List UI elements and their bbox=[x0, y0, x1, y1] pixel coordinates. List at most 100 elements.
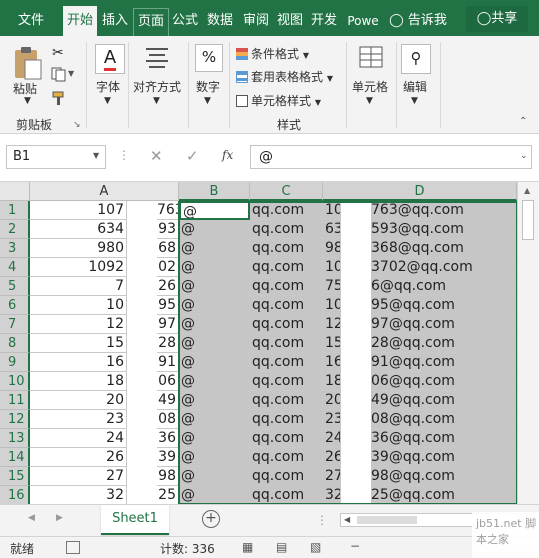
number-format-button[interactable]: % bbox=[195, 44, 223, 72]
scroll-up-icon[interactable]: ▲ bbox=[524, 186, 530, 195]
cell-a[interactable]: 634 bbox=[30, 220, 127, 239]
cell-a[interactable]: 26 bbox=[30, 448, 127, 467]
cell-c[interactable]: qq.com bbox=[250, 239, 323, 258]
column-header-c[interactable]: C bbox=[250, 182, 323, 201]
tab-formulas[interactable]: 公式 bbox=[169, 8, 201, 36]
prev-sheet-icon[interactable]: ◀ bbox=[28, 513, 35, 523]
cell-b[interactable]: @ bbox=[179, 315, 250, 334]
editing-dropdown-icon[interactable]: ▼ bbox=[411, 96, 418, 106]
cell-d-suffix[interactable]: 3702@qq.com bbox=[371, 258, 517, 277]
cell-d[interactable]: 24 bbox=[323, 429, 341, 448]
cell-a-suffix[interactable]: 06 bbox=[157, 372, 179, 391]
font-button[interactable]: A bbox=[95, 44, 125, 74]
editing-button[interactable]: ⚲ bbox=[401, 44, 431, 74]
tab-data[interactable]: 数据 bbox=[203, 8, 237, 36]
cells-button[interactable] bbox=[357, 44, 385, 70]
cell-a[interactable]: 24 bbox=[30, 429, 127, 448]
cell-d[interactable]: 18 bbox=[323, 372, 341, 391]
vertical-scrollbar[interactable]: ▲ bbox=[517, 182, 539, 504]
name-box-dropdown-icon[interactable]: ▼ bbox=[93, 151, 99, 160]
cell-d[interactable]: 16 bbox=[323, 353, 341, 372]
cell-d[interactable]: 15 bbox=[323, 334, 341, 353]
normal-view-icon[interactable]: ▦ bbox=[242, 540, 253, 554]
insert-function-button[interactable]: fx bbox=[222, 148, 233, 162]
tab-home[interactable]: 开始 bbox=[63, 6, 97, 36]
cell-c[interactable]: qq.com bbox=[250, 220, 323, 239]
tab-view[interactable]: 视图 bbox=[275, 8, 305, 36]
cell-b[interactable]: @ bbox=[179, 201, 250, 220]
paste-button[interactable] bbox=[10, 46, 44, 82]
cell-a-suffix[interactable]: 28 bbox=[157, 334, 179, 353]
cell-a-suffix[interactable]: 26 bbox=[157, 277, 179, 296]
row-header[interactable]: 14 bbox=[0, 448, 30, 467]
cell-a[interactable]: 23 bbox=[30, 410, 127, 429]
cell-d[interactable]: 32 bbox=[323, 486, 341, 504]
row-header[interactable]: 8 bbox=[0, 334, 30, 353]
cell-a-suffix[interactable]: 95 bbox=[157, 296, 179, 315]
cell-c[interactable]: qq.com bbox=[250, 486, 323, 504]
cell-b[interactable]: @ bbox=[179, 429, 250, 448]
alignment-label[interactable]: 对齐方式 bbox=[133, 78, 181, 95]
sheet-tab-sheet1[interactable]: Sheet1 bbox=[101, 505, 169, 535]
column-header-d[interactable]: D bbox=[323, 182, 517, 201]
cell-a[interactable]: 20 bbox=[30, 391, 127, 410]
column-header-b[interactable]: B bbox=[179, 182, 250, 201]
cell-a-suffix[interactable]: 02 bbox=[157, 258, 179, 277]
cells-dropdown-icon[interactable]: ▼ bbox=[366, 96, 373, 106]
cell-d-suffix[interactable]: 36@qq.com bbox=[371, 429, 517, 448]
select-all-corner[interactable] bbox=[0, 182, 30, 201]
cell-d[interactable]: 26 bbox=[323, 448, 341, 467]
row-header[interactable]: 4 bbox=[0, 258, 30, 277]
paste-label[interactable]: 粘贴 bbox=[13, 80, 37, 97]
collapse-ribbon-icon[interactable]: ⌃ bbox=[519, 116, 527, 127]
cell-a-suffix[interactable]: 97 bbox=[157, 315, 179, 334]
cell-a[interactable]: 980 bbox=[30, 239, 127, 258]
row-header[interactable]: 15 bbox=[0, 467, 30, 486]
cell-b[interactable]: @ bbox=[179, 372, 250, 391]
next-sheet-icon[interactable]: ▶ bbox=[56, 513, 63, 523]
alignment-button[interactable] bbox=[144, 45, 170, 71]
page-break-view-icon[interactable]: ▧ bbox=[310, 540, 321, 554]
page-layout-view-icon[interactable]: ▤ bbox=[276, 540, 287, 554]
cell-c[interactable]: qq.com bbox=[250, 315, 323, 334]
cells-label[interactable]: 单元格 bbox=[352, 78, 388, 95]
row-header[interactable]: 12 bbox=[0, 410, 30, 429]
format-painter-icon[interactable] bbox=[50, 90, 68, 109]
column-header-a[interactable]: A bbox=[30, 182, 179, 201]
cell-d-suffix[interactable]: 08@qq.com bbox=[371, 410, 517, 429]
font-label[interactable]: 字体 bbox=[96, 78, 120, 95]
cell-b[interactable]: @ bbox=[179, 296, 250, 315]
editing-label[interactable]: 编辑 bbox=[403, 78, 427, 95]
h-scrollbar-thumb[interactable] bbox=[357, 516, 417, 524]
cell-d-suffix[interactable]: 25@qq.com bbox=[371, 486, 517, 504]
cell-a-suffix[interactable]: 93 bbox=[157, 220, 179, 239]
cell-b[interactable]: @ bbox=[179, 391, 250, 410]
paste-dropdown-icon[interactable]: ▼ bbox=[24, 96, 31, 106]
row-header[interactable]: 16 bbox=[0, 486, 30, 504]
tell-me-search[interactable]: ◯ 告诉我 bbox=[386, 8, 450, 36]
cell-a[interactable]: 10 bbox=[30, 296, 127, 315]
scrollbar-thumb[interactable] bbox=[522, 200, 534, 240]
row-header[interactable]: 1 bbox=[0, 201, 30, 220]
cancel-icon[interactable]: ✕ bbox=[150, 147, 163, 165]
row-header[interactable]: 6 bbox=[0, 296, 30, 315]
cell-b[interactable]: @ bbox=[179, 277, 250, 296]
cell-a-suffix[interactable]: 49 bbox=[157, 391, 179, 410]
cell-c[interactable]: qq.com bbox=[250, 258, 323, 277]
cell-d-suffix[interactable]: 49@qq.com bbox=[371, 391, 517, 410]
cell-b[interactable]: @ bbox=[179, 353, 250, 372]
cell-a[interactable]: 7 bbox=[30, 277, 127, 296]
cell-b[interactable]: @ bbox=[179, 239, 250, 258]
cell-a-suffix[interactable]: 36 bbox=[157, 429, 179, 448]
cell-d-suffix[interactable]: 98@qq.com bbox=[371, 467, 517, 486]
share-button[interactable]: ◯共享 bbox=[466, 6, 528, 32]
cell-c[interactable]: qq.com bbox=[250, 201, 323, 220]
cell-d-suffix[interactable]: 97@qq.com bbox=[371, 315, 517, 334]
cell-d[interactable]: 10 bbox=[323, 258, 341, 277]
cell-d-suffix[interactable]: 368@qq.com bbox=[371, 239, 517, 258]
cell-c[interactable]: qq.com bbox=[250, 296, 323, 315]
cell-d[interactable]: 12 bbox=[323, 315, 341, 334]
cell-c[interactable]: qq.com bbox=[250, 277, 323, 296]
cell-b[interactable]: @ bbox=[179, 448, 250, 467]
cell-d[interactable]: 10 bbox=[323, 296, 341, 315]
